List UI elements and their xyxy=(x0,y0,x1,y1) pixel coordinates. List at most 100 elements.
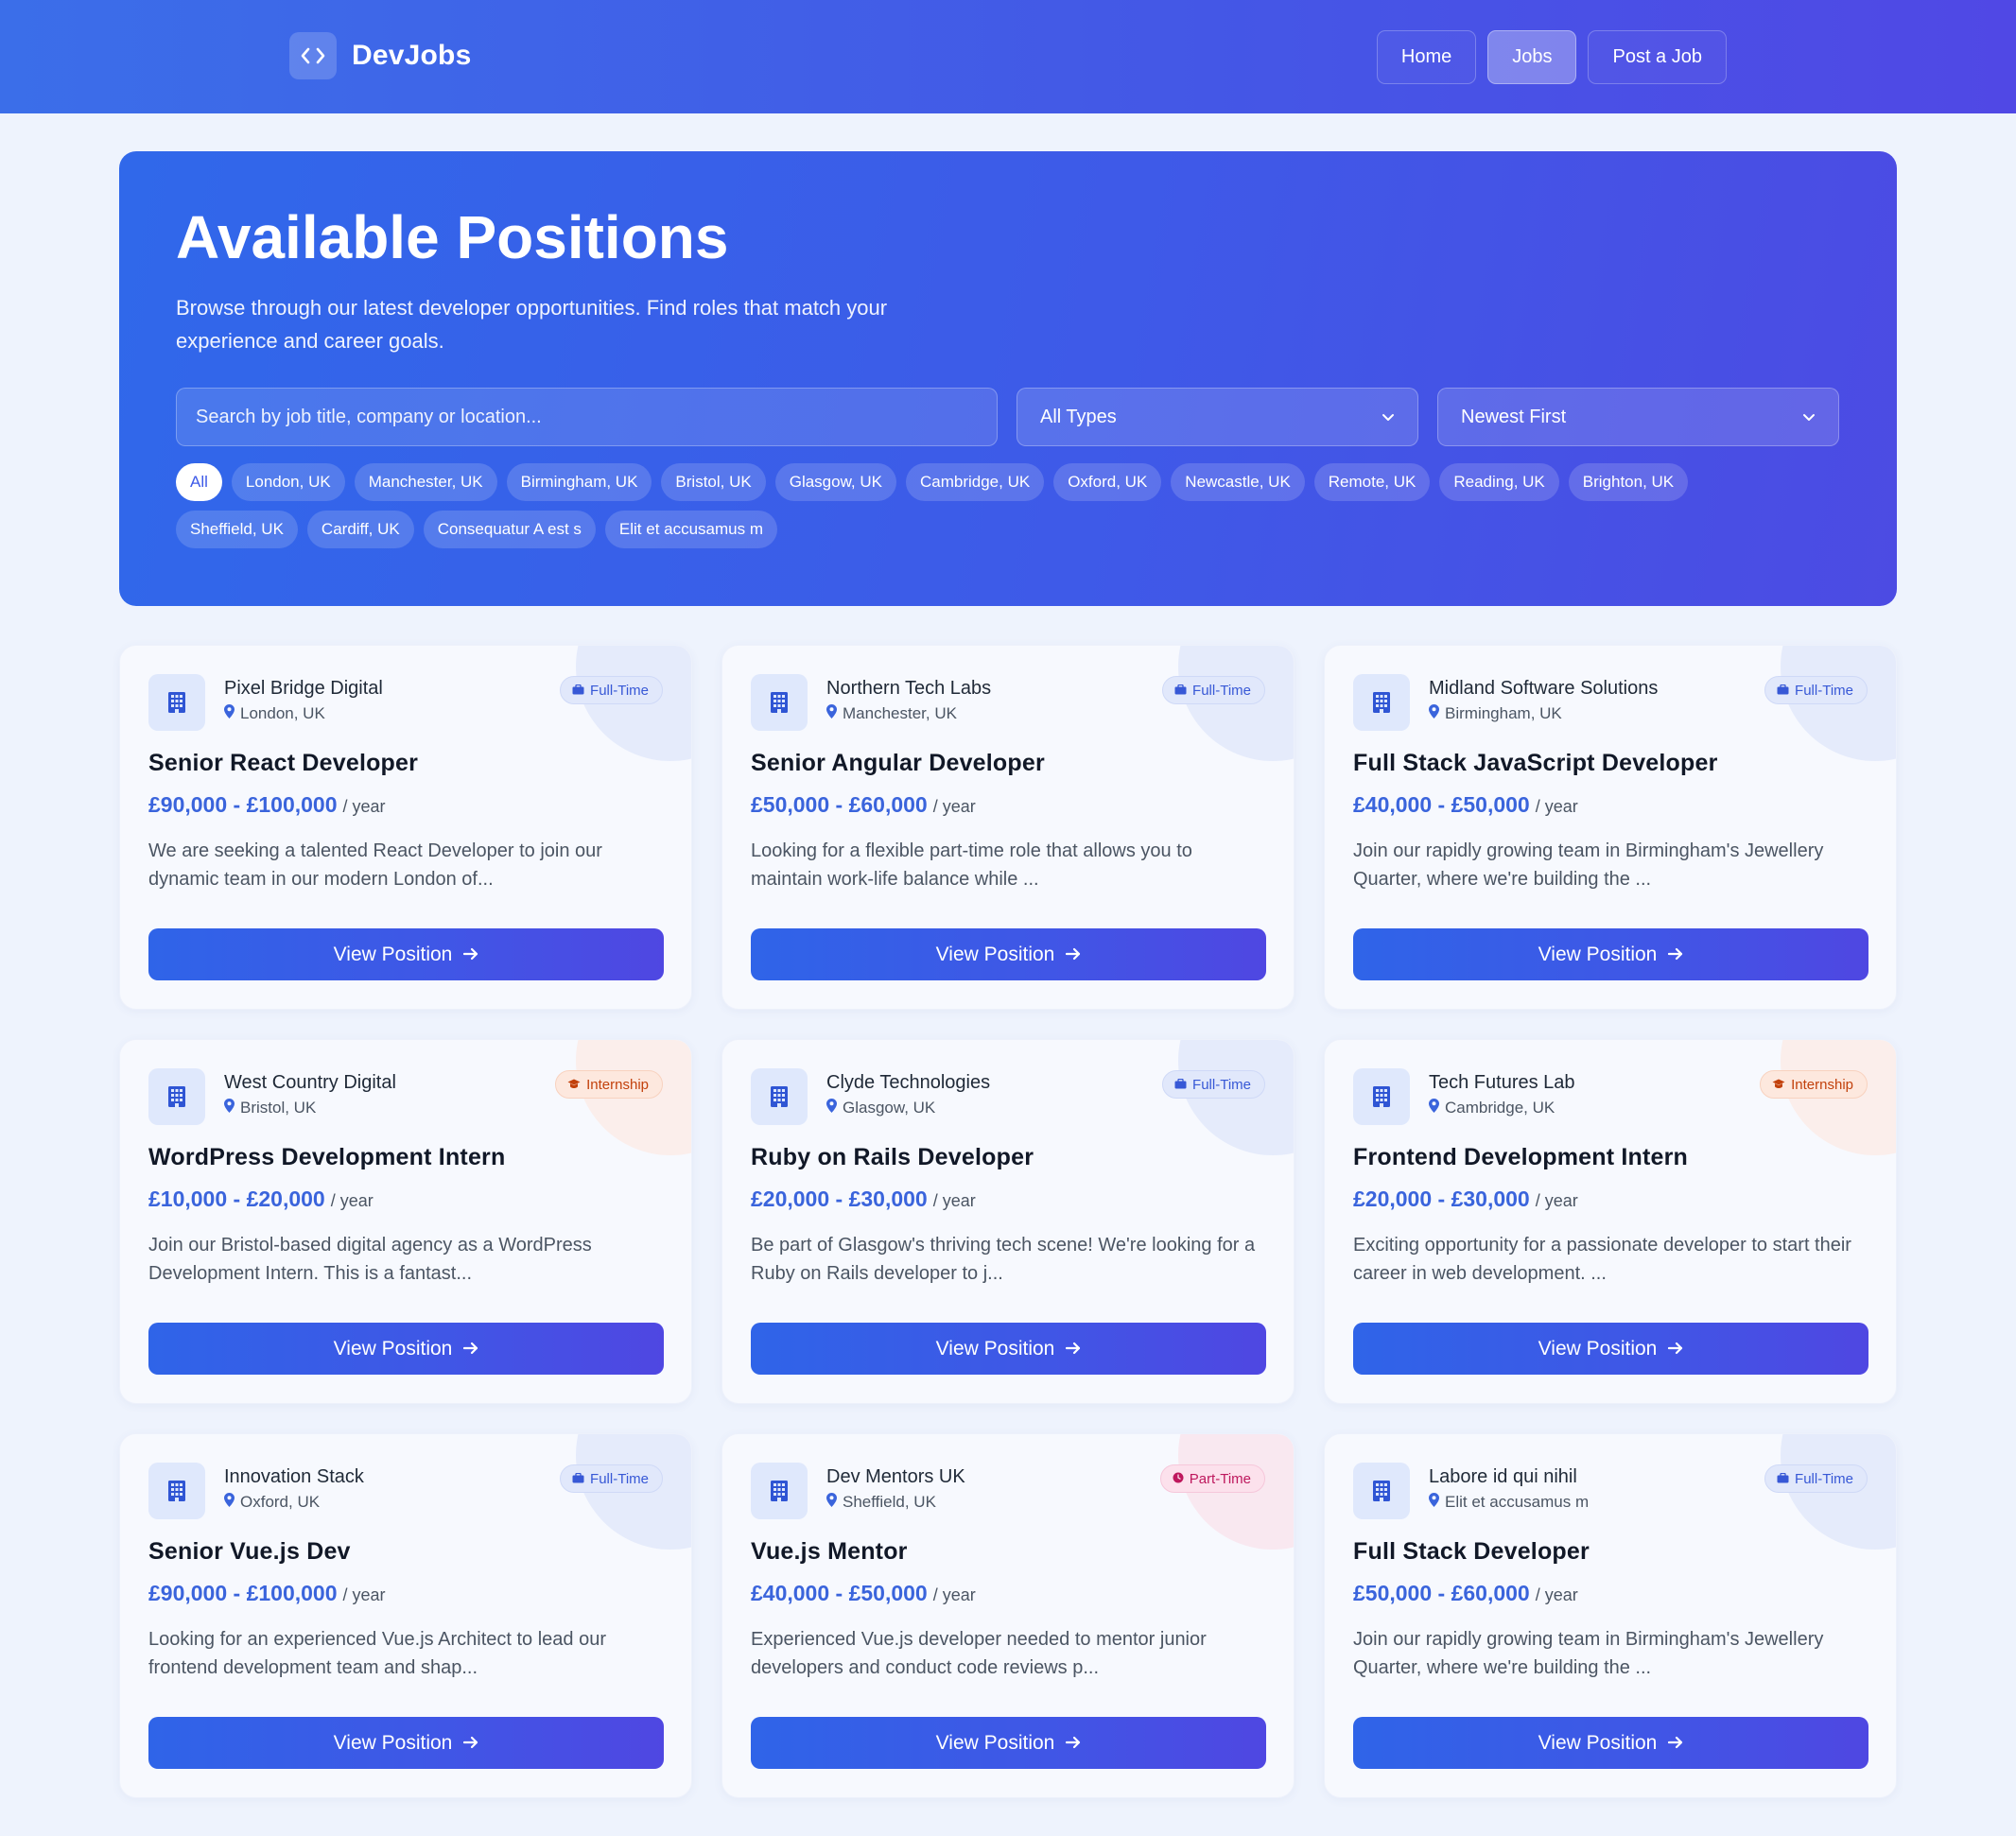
job-title[interactable]: Full Stack Developer xyxy=(1353,1538,1868,1566)
view-position-button[interactable]: View Position xyxy=(148,1323,664,1375)
salary: £50,000 - £60,000 / year xyxy=(1353,1581,1868,1606)
view-position-button[interactable]: View Position xyxy=(751,928,1266,980)
nav-home-link[interactable]: Home xyxy=(1376,30,1477,84)
location-chip[interactable]: Remote, UK xyxy=(1313,463,1431,501)
card-header: Innovation Stack Oxford, UK Full-Time xyxy=(148,1463,663,1519)
job-title[interactable]: Senior Angular Developer xyxy=(751,750,1265,777)
map-pin-icon xyxy=(1429,1493,1439,1512)
location-chip[interactable]: Cambridge, UK xyxy=(905,463,1045,501)
view-position-button[interactable]: View Position xyxy=(148,1717,664,1769)
location-chip[interactable]: Glasgow, UK xyxy=(774,463,896,501)
arrow-right-icon xyxy=(1066,944,1081,966)
location-chip[interactable]: Newcastle, UK xyxy=(1171,463,1305,501)
job-description: Looking for an experienced Vue.js Archit… xyxy=(148,1629,607,1678)
top-navigation-bar: DevJobs Home Jobs Post a Job xyxy=(0,0,2016,113)
job-title[interactable]: Senior React Developer xyxy=(148,750,663,777)
building-icon xyxy=(751,1463,808,1519)
nav-post-job-link[interactable]: Post a Job xyxy=(1588,30,1727,84)
job-title[interactable]: Ruby on Rails Developer xyxy=(751,1144,1265,1171)
salary: £90,000 - £100,000 / year xyxy=(148,1581,663,1606)
job-description: Experienced Vue.js developer needed to m… xyxy=(751,1629,1207,1678)
view-position-button[interactable]: View Position xyxy=(751,1717,1266,1769)
salary: £90,000 - £100,000 / year xyxy=(148,792,663,818)
salary: £20,000 - £30,000 / year xyxy=(751,1186,1265,1212)
arrow-right-icon xyxy=(463,944,478,966)
view-position-label: View Position xyxy=(1538,1337,1658,1360)
location-chip[interactable]: Sheffield, UK xyxy=(176,511,298,548)
salary-period: / year xyxy=(1535,1191,1578,1210)
company-info: Midland Software Solutions Birmingham, U… xyxy=(1429,674,1658,723)
building-icon xyxy=(1353,1463,1410,1519)
hero-panel: Available Positions Browse through our l… xyxy=(119,151,1897,606)
building-icon xyxy=(148,674,205,731)
view-position-button[interactable]: View Position xyxy=(1353,928,1868,980)
job-description: Looking for a flexible part-time role th… xyxy=(751,840,1192,890)
view-position-label: View Position xyxy=(935,943,1055,965)
salary: £40,000 - £50,000 / year xyxy=(751,1581,1265,1606)
job-type-badge: Internship xyxy=(1760,1070,1868,1099)
company-info: Tech Futures Lab Cambridge, UK xyxy=(1429,1068,1575,1117)
brand[interactable]: DevJobs xyxy=(289,32,471,79)
job-type-badge: Full-Time xyxy=(560,1464,663,1493)
salary-period: / year xyxy=(342,1585,386,1604)
location-chip[interactable]: Elit et accusamus m xyxy=(604,511,778,548)
card-header: Pixel Bridge Digital London, UK Full-Tim… xyxy=(148,674,663,731)
salary-period: / year xyxy=(1535,797,1578,816)
map-pin-icon xyxy=(826,1493,837,1512)
location-chip[interactable]: Cardiff, UK xyxy=(306,511,414,548)
view-position-button[interactable]: View Position xyxy=(751,1323,1266,1375)
card-header: West Country Digital Bristol, UK Interns… xyxy=(148,1068,663,1125)
view-position-button[interactable]: View Position xyxy=(1353,1717,1868,1769)
job-card: Northern Tech Labs Manchester, UK Full-T… xyxy=(721,645,1295,1010)
arrow-right-icon xyxy=(1066,1338,1081,1360)
location-chip[interactable]: Bristol, UK xyxy=(661,463,766,501)
job-grid: Pixel Bridge Digital London, UK Full-Tim… xyxy=(119,645,1897,1798)
job-title[interactable]: Vue.js Mentor xyxy=(751,1538,1265,1566)
job-title[interactable]: WordPress Development Intern xyxy=(148,1144,663,1171)
building-icon xyxy=(751,674,808,731)
job-type-select[interactable]: All Types xyxy=(1017,388,1418,446)
location-text: Sheffield, UK xyxy=(843,1493,936,1511)
job-type-label: Full-Time xyxy=(590,682,649,699)
search-input[interactable] xyxy=(176,388,998,446)
job-type-badge: Full-Time xyxy=(560,676,663,704)
sort-select[interactable]: Newest First xyxy=(1437,388,1839,446)
job-type-label: Full-Time xyxy=(1192,682,1251,699)
nav-jobs-link[interactable]: Jobs xyxy=(1487,30,1577,84)
location-chip[interactable]: Birmingham, UK xyxy=(506,463,652,501)
briefcase-icon xyxy=(572,683,584,699)
location-text: Oxford, UK xyxy=(240,1493,321,1511)
arrow-right-icon xyxy=(463,1732,478,1755)
location-text: Elit et accusamus m xyxy=(1445,1493,1590,1511)
map-pin-icon xyxy=(224,1493,235,1512)
job-type-badge: Part-Time xyxy=(1159,1464,1265,1493)
salary: £20,000 - £30,000 / year xyxy=(1353,1186,1868,1212)
view-position-button[interactable]: View Position xyxy=(1353,1323,1868,1375)
location-chip[interactable]: Oxford, UK xyxy=(1053,463,1162,501)
location-chip[interactable]: Manchester, UK xyxy=(354,463,497,501)
briefcase-icon xyxy=(1777,1471,1789,1487)
building-icon xyxy=(1353,1068,1410,1125)
job-type-label: Internship xyxy=(1791,1076,1853,1093)
view-position-label: View Position xyxy=(333,1731,453,1754)
location-chip[interactable]: London, UK xyxy=(231,463,345,501)
location-chip[interactable]: Consequatur A est s xyxy=(423,511,596,548)
company-name: Tech Futures Lab xyxy=(1429,1072,1575,1093)
briefcase-icon xyxy=(572,1471,584,1487)
main-nav: Home Jobs Post a Job xyxy=(1376,30,1727,84)
job-title[interactable]: Frontend Development Intern xyxy=(1353,1144,1868,1171)
job-title[interactable]: Full Stack JavaScript Developer xyxy=(1353,750,1868,777)
view-position-button[interactable]: View Position xyxy=(148,928,664,980)
location-chip[interactable]: All xyxy=(176,463,222,501)
location-chip[interactable]: Reading, UK xyxy=(1439,463,1559,501)
company-location: Glasgow, UK xyxy=(826,1099,990,1117)
salary-range: £50,000 - £60,000 xyxy=(751,792,928,817)
page-title: Available Positions xyxy=(176,203,729,271)
job-title[interactable]: Senior Vue.js Dev xyxy=(148,1538,663,1566)
job-type-badge: Full-Time xyxy=(1764,1464,1868,1493)
location-chip[interactable]: Brighton, UK xyxy=(1568,463,1689,501)
job-description: Exciting opportunity for a passionate de… xyxy=(1353,1235,1851,1284)
company-name: Dev Mentors UK xyxy=(826,1466,965,1487)
chevron-down-icon xyxy=(1382,407,1395,428)
job-description: Join our Bristol-based digital agency as… xyxy=(148,1235,592,1284)
